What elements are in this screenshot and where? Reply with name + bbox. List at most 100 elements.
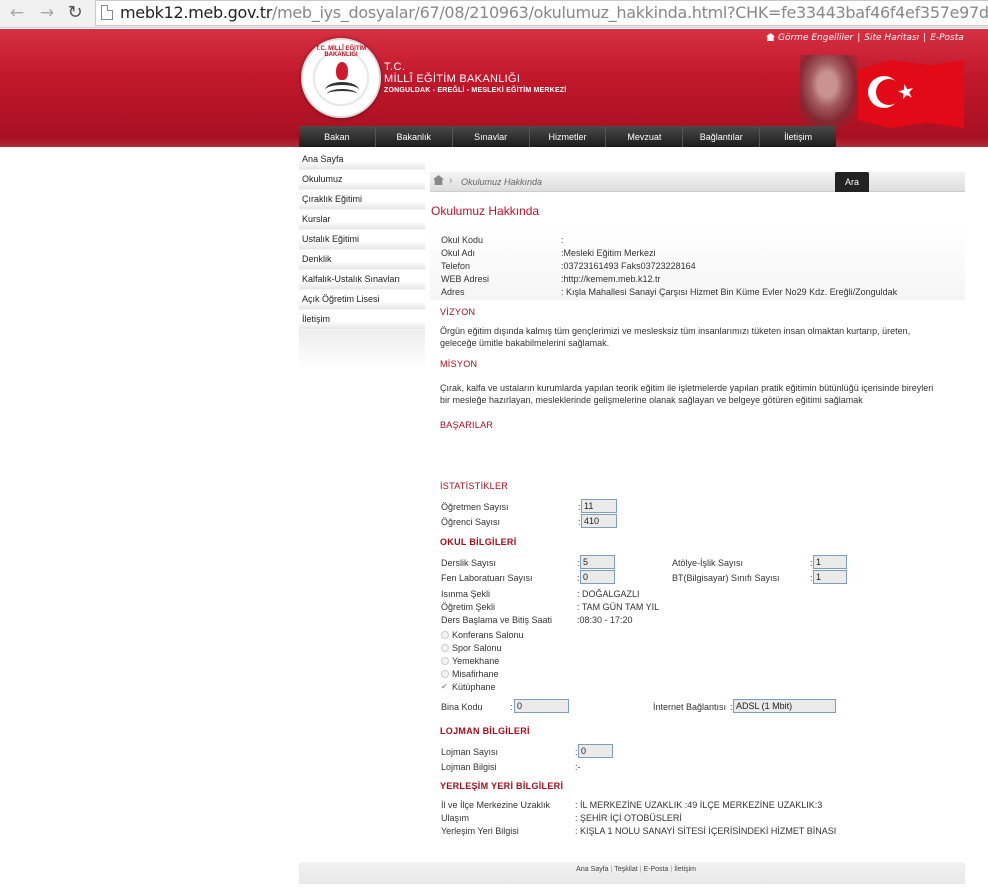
menu-sinavlar[interactable]: Sınavlar (452, 126, 530, 147)
main-menu: Bakan Bakanlık Sınavlar Hizmetler Mevzua… (299, 126, 837, 147)
footer-separator: | (670, 866, 673, 873)
footer-link-iletisim[interactable]: İletişim (674, 866, 696, 873)
org-ministry: MİLLÎ EĞİTİM BAKANLIĞI (384, 73, 521, 85)
uzaklik-value: : İL MERKEZİNE UZAKLIK :49 İLÇE MERKEZİN… (575, 800, 823, 810)
misyon-title: MİSYON (440, 359, 478, 369)
ogretim-label: Öğretim Şekli (441, 602, 496, 612)
back-arrow-icon[interactable]: ← (6, 2, 28, 24)
yemekhane-checkbox[interactable] (441, 657, 449, 665)
sidebar-item-sinavlar[interactable]: Kalfalık-Ustalık Sınavları (299, 270, 425, 290)
org-title: T.C. MİLLÎ EĞİTİM BAKANLIĞI ZONGULDAK - … (384, 61, 566, 94)
menu-hizmetler[interactable]: Hizmetler (529, 126, 607, 147)
menu-mevzuat[interactable]: Mevzuat (606, 126, 684, 147)
address-bar[interactable]: mebk12.meb.gov.tr/meb_iys_dosyalar/67/08… (95, 0, 988, 26)
sidebar-menu: Ana Sayfa Okulumuz Çıraklık Eğitimi Kurs… (299, 150, 425, 330)
vizyon-title: VİZYON (440, 307, 476, 317)
ders-saati-label: Ders Başlama ve Bitiş Saati (441, 615, 553, 625)
search-button[interactable]: Ara (835, 172, 869, 192)
lojman-bilgi-label: Lojman Bilgisi (441, 762, 497, 772)
vizyon-line2: geleceğe ümitle bakabilmelerini sağlamak… (440, 338, 610, 348)
isinma-label: Isınma Şekli (441, 589, 491, 599)
sidebar-item-kurslar[interactable]: Kurslar (299, 210, 425, 230)
konferans-checkbox[interactable] (441, 631, 449, 639)
breadcrumb-current: Okulumuz Hakkında (461, 177, 543, 187)
uzaklik-label: İl ve İlçe Merkezine Uzaklık (441, 800, 551, 810)
misyon-line2: bir mesleğe hazırlayan, mesleklerinde ge… (440, 395, 863, 405)
sidebar-item-acik-ogretim[interactable]: Açık Öğretim Lisesi (299, 290, 425, 310)
atolye-label: Atölye-İşlik Sayısı (672, 558, 744, 568)
misyon-line1: Çırak, kalfa ve ustaların kurumlarda yap… (440, 383, 934, 393)
footer-link-teskilat[interactable]: Teşkilat (614, 866, 637, 873)
lojman-sayi-label: Lojman Sayısı (441, 747, 499, 757)
sidebar-footer-shade (299, 330, 425, 370)
basarilar-title: BAŞARILAR (440, 420, 494, 430)
menu-bakanlik[interactable]: Bakanlık (375, 126, 453, 147)
sidebar-item-denklik[interactable]: Denklik (299, 250, 425, 270)
info-value-okul-kodu: : (561, 235, 564, 245)
konferans-label: Konferans Salonu (452, 630, 524, 640)
org-school: ZONGULDAK - EREĞLİ - MESLEKİ EĞİTİM MERK… (384, 87, 567, 94)
sidebar-item-ana-sayfa[interactable]: Ana Sayfa (299, 150, 425, 170)
info-value-telefon: :03723161493 Faks03723228164 (561, 261, 696, 271)
top-link-sitemap[interactable]: Site Haritası (864, 33, 919, 43)
ogretmen-count-field[interactable]: 11 (581, 499, 617, 513)
derslik-label: Derslik Sayısı (441, 558, 497, 568)
bt-count-field[interactable]: 1 (813, 570, 847, 584)
spor-checkbox[interactable] (441, 644, 449, 652)
ogrenci-count-field[interactable]: 410 (581, 514, 617, 528)
home-icon (766, 33, 775, 41)
derslik-count-field[interactable]: 5 (580, 555, 615, 569)
browser-toolbar: ← → ↻ mebk12.meb.gov.tr/meb_iys_dosyalar… (0, 0, 988, 28)
footer-separator: | (610, 866, 613, 873)
info-label-telefon: Telefon (441, 261, 471, 271)
reload-icon[interactable]: ↻ (64, 2, 86, 24)
lojman-bilgi-value: :- (575, 762, 581, 772)
ministry-logo[interactable]: T.C. MİLLÎ EĞİTİM BAKANLIĞI (301, 38, 381, 118)
internet-field[interactable]: ADSL (1 Mbit) (733, 699, 836, 713)
footer-link-eposta[interactable]: E-Posta (643, 866, 668, 873)
torch-flame-icon (336, 62, 348, 80)
page-title: Okulumuz Hakkında (431, 204, 540, 218)
top-link-accessibility[interactable]: Görme Engelliler (778, 33, 853, 43)
yemekhane-label: Yemekhane (452, 656, 500, 666)
istatistik-title: İSTATİSTİKLER (440, 481, 509, 491)
home-icon[interactable] (433, 175, 444, 185)
footer-link-ana-sayfa[interactable]: Ana Sayfa (576, 866, 608, 873)
top-link-email[interactable]: E-Posta (930, 33, 964, 43)
turkish-flag-image (858, 60, 964, 128)
fen-count-field[interactable]: 0 (580, 570, 615, 584)
menu-iletisim[interactable]: İletişim (760, 126, 837, 147)
atolye-count-field[interactable]: 1 (813, 555, 847, 569)
menu-baglantilar[interactable]: Bağlantılar (683, 126, 761, 147)
crescent-cutout (876, 79, 902, 105)
page-icon (101, 5, 113, 20)
forward-arrow-icon[interactable]: → (36, 2, 58, 24)
kutuphane-label: Kütüphane (452, 682, 496, 692)
sidebar-item-okulumuz[interactable]: Okulumuz (299, 170, 425, 190)
footer-separator: | (639, 866, 642, 873)
bt-label: BT(Bilgisayar) Sınıfı Sayısı (672, 573, 780, 583)
checkmark-icon[interactable]: ✔ (441, 683, 449, 691)
info-value-adres: : Kışla Mahallesi Sanayi Çarşısı Hizmet … (561, 287, 898, 297)
spor-label: Spor Salonu (452, 643, 502, 653)
sidebar-item-ustalik[interactable]: Ustalık Eğitimi (299, 230, 425, 250)
ders-saati-value: :08:30 - 17:20 (577, 615, 633, 625)
info-value-okul-adi: :Mesleki Eğitim Merkezi (561, 248, 656, 258)
url-path: /meb_iys_dosyalar/67/08/210963/okulumuz_… (271, 3, 988, 22)
sidebar-item-iletisim[interactable]: İletişim (299, 310, 425, 330)
lojman-count-field[interactable]: 0 (578, 744, 613, 758)
info-label-okul-adi: Okul Adı (441, 248, 476, 258)
top-link-separator: | (857, 33, 861, 43)
info-label-web: WEB Adresi (441, 274, 490, 284)
misafirhane-label: Misafirhane (452, 669, 499, 679)
menu-bakan[interactable]: Bakan (299, 126, 376, 147)
misafirhane-checkbox[interactable] (441, 670, 449, 678)
ogretim-value: : TAM GÜN TAM YIL (577, 602, 660, 612)
vizyon-line1: Örgün eğitim dışında kalmış tüm gençleri… (440, 326, 911, 336)
ulasim-label: Ulaşım (441, 813, 470, 823)
bina-kodu-field[interactable]: 0 (514, 699, 569, 713)
ulasim-value: : ŞEHİR İÇİ OTOBÜSLERİ (575, 813, 682, 823)
chevron-right-icon: › (449, 175, 453, 186)
sidebar-item-ciraklik[interactable]: Çıraklık Eğitimi (299, 190, 425, 210)
yerlesim-bilgi-label: Yerleşim Yeri Bilgisi (441, 826, 519, 836)
